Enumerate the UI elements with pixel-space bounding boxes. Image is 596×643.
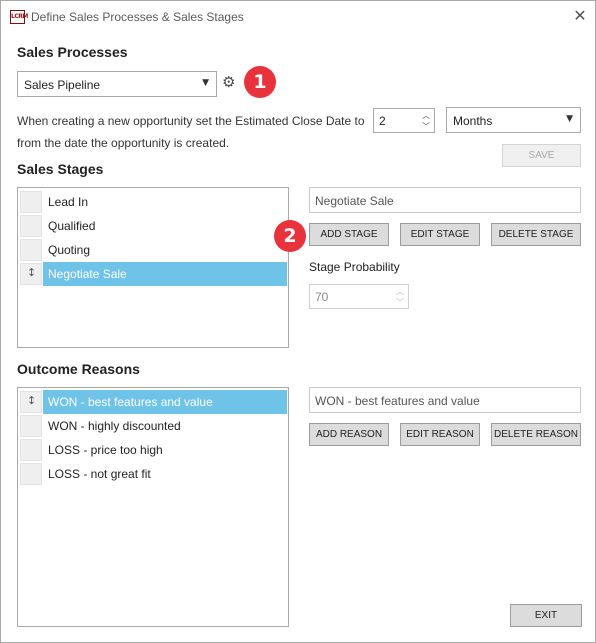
stage-probability-stepper[interactable]: 70 ︿ ﹀ [309,284,409,309]
delete-stage-button[interactable]: DELETE STAGE [491,223,581,246]
drag-handle[interactable] [20,439,42,461]
exit-button[interactable]: EXIT [510,604,582,627]
close-date-amount-stepper[interactable]: 2 ︿ ﹀ [373,108,435,133]
add-reason-button[interactable]: ADD REASON [309,423,389,446]
callout-badge-1: 1 [244,66,276,98]
edit-stage-button[interactable]: EDIT STAGE [400,223,480,246]
list-item[interactable]: Qualified [18,214,286,238]
close-icon[interactable]: ✕ [570,6,590,26]
stage-probability-value: 70 [315,290,329,304]
stepper-down-icon[interactable]: ﹀ [396,297,404,308]
stepper-up-icon[interactable]: ︿ [396,286,404,297]
drag-handle[interactable] [20,463,42,485]
list-item[interactable]: Lead In [18,190,286,214]
chevron-down-icon: ▼ [566,114,573,124]
drag-handle[interactable] [20,191,42,213]
sales-process-value: Sales Pipeline [24,78,101,92]
outcome-reasons-heading: Outcome Reasons [17,361,140,377]
list-item[interactable]: LOSS - price too high [18,438,286,462]
reorder-arrows-icon: ↕ [27,394,37,407]
add-stage-button[interactable]: ADD STAGE [309,223,389,246]
sales-process-select[interactable]: Sales Pipeline ▼ [17,71,217,97]
callout-badge-2: 2 [274,220,306,252]
stage-probability-label: Stage Probability [309,260,400,274]
list-item[interactable]: WON - highly discounted [18,414,286,438]
outcome-reasons-list[interactable]: ↕ WON - best features and value WON - hi… [17,387,289,627]
edit-reason-button[interactable]: EDIT REASON [400,423,480,446]
list-item[interactable]: LOSS - not great fit [18,462,286,486]
close-date-unit-value: Months [453,114,493,128]
reason-name-input[interactable]: WON - best features and value [309,387,581,413]
stage-label: Lead In [48,195,89,209]
dialog-window: LCRM Define Sales Processes & Sales Stag… [0,0,596,643]
sales-stages-heading: Sales Stages [17,161,104,177]
gear-icon[interactable]: ⚙ [222,73,235,91]
reason-label: LOSS - not great fit [48,467,151,481]
stage-label: Quoting [48,243,91,257]
window-title: Define Sales Processes & Sales Stages [31,10,244,24]
list-item-selected[interactable]: ↕ Negotiate Sale [18,262,287,286]
close-date-description-line2: from the date the opportunity is created… [17,136,230,150]
close-date-unit-select[interactable]: Months ▼ [446,107,581,133]
sales-processes-heading: Sales Processes [17,44,128,60]
stepper-up-icon[interactable]: ︿ [422,110,430,121]
reason-label: WON - best features and value [43,390,287,414]
stage-label: Negotiate Sale [43,262,287,286]
sales-stages-list[interactable]: Lead In Qualified Quoting ↕ Negotiate Sa… [17,187,289,348]
drag-handle[interactable] [20,215,42,237]
drag-handle[interactable]: ↕ [20,391,42,413]
app-logo-icon: LCRM [10,10,28,24]
close-date-amount-value: 2 [379,114,386,128]
title-bar: LCRM Define Sales Processes & Sales Stag… [1,1,595,33]
list-item[interactable]: Quoting [18,238,286,262]
stepper-down-icon[interactable]: ﹀ [422,121,430,132]
stage-label: Qualified [48,219,96,233]
reason-name-value: WON - best features and value [315,394,480,408]
reason-label: LOSS - price too high [48,443,163,457]
delete-reason-button[interactable]: DELETE REASON [491,423,581,446]
close-date-description-line1: When creating a new opportunity set the … [17,114,365,128]
chevron-down-icon: ▼ [202,78,209,88]
drag-handle[interactable]: ↕ [20,263,42,285]
list-item-selected[interactable]: ↕ WON - best features and value [18,390,287,414]
reorder-arrows-icon: ↕ [27,266,37,279]
save-button[interactable]: SAVE [502,144,581,167]
stage-name-value: Negotiate Sale [315,194,394,208]
stage-name-input[interactable]: Negotiate Sale [309,187,581,213]
reason-label: WON - highly discounted [48,419,181,433]
drag-handle[interactable] [20,239,42,261]
drag-handle[interactable] [20,415,42,437]
